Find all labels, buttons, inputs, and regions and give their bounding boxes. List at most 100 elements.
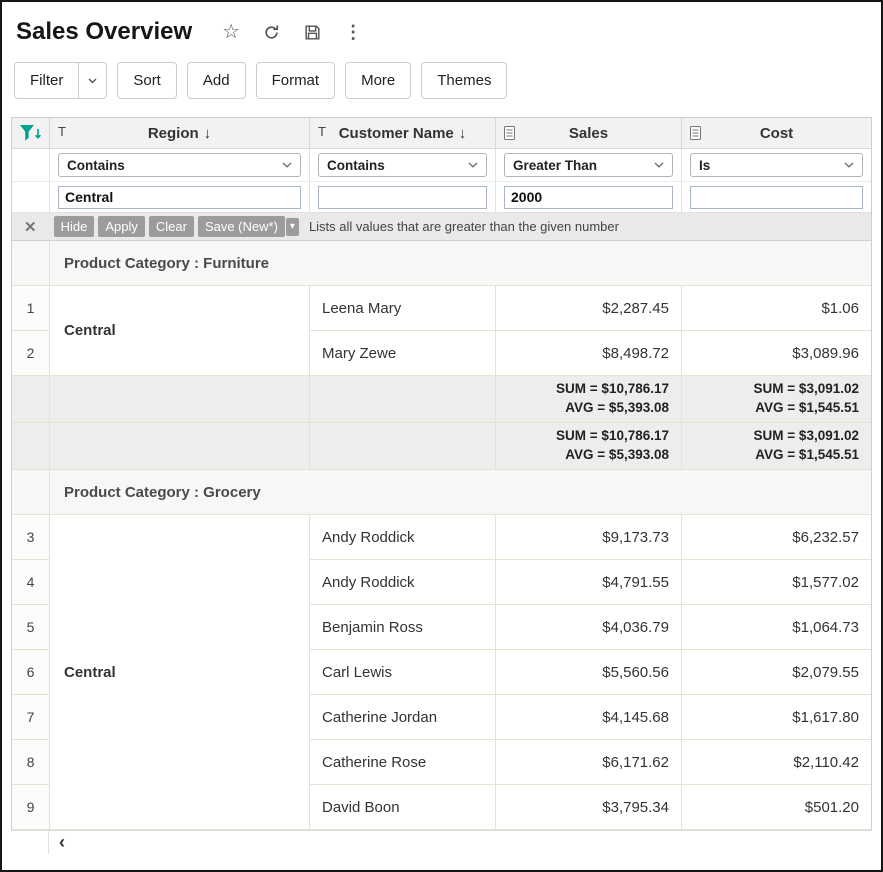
filter-value-row [12, 182, 871, 213]
apply-button[interactable]: Apply [98, 216, 145, 237]
sort-desc-icon[interactable]: ↓ [459, 125, 467, 142]
filter-description: Lists all values that are greater than t… [309, 219, 619, 234]
cost-subtotal-cell: SUM = $3,091.02 AVG = $1,545.51 [682, 376, 871, 423]
sales-cell: $9,173.73 [496, 515, 682, 560]
horizontal-scrollbar[interactable]: ‹ [11, 830, 872, 854]
region-cell: Central [50, 286, 310, 376]
text-type-icon: T [318, 124, 326, 139]
chevron-down-icon [844, 162, 854, 168]
region-filter-input[interactable] [58, 186, 301, 209]
sales-column-header[interactable]: Sales [496, 118, 682, 149]
sales-cell: $8,498.72 [496, 331, 682, 376]
customer-cell: Mary Zewe [310, 331, 496, 376]
filter-condition-row: Contains Contains Greater Than Is [12, 149, 871, 182]
column-header-row: T Region ↓ T Customer Name ↓ Sales Cost [12, 118, 871, 149]
add-button[interactable]: Add [187, 62, 246, 99]
row-number: 2 [12, 331, 50, 376]
number-type-icon [504, 126, 515, 144]
cost-cell: $3,089.96 [682, 331, 871, 376]
chevron-down-icon [282, 162, 292, 168]
region-column-header[interactable]: T Region ↓ [50, 118, 310, 149]
sales-cell: $4,036.79 [496, 605, 682, 650]
cost-cell: $2,079.55 [682, 650, 871, 695]
furniture-summary-rows: SUM = $10,786.17 AVG = $5,393.08 SUM = $… [12, 376, 871, 470]
scrollbar-corner [11, 831, 49, 854]
sales-cell: $4,145.68 [496, 695, 682, 740]
cost-cell: $1,577.02 [682, 560, 871, 605]
row-number: 9 [12, 785, 50, 830]
report-toolbar: Filter Sort Add Format More Themes [2, 50, 881, 99]
format-button[interactable]: Format [256, 62, 336, 99]
grocery-rows: 3 Central Andy Roddick $9,173.73 $6,232.… [12, 515, 871, 830]
customer-filter-input[interactable] [318, 186, 487, 209]
sales-cell: $4,791.55 [496, 560, 682, 605]
region-condition-select[interactable]: Contains [58, 153, 301, 177]
text-type-icon: T [58, 124, 66, 139]
sort-button[interactable]: Sort [117, 62, 177, 99]
chevron-down-icon [654, 162, 664, 168]
save-dropdown-caret[interactable]: ▾ [286, 218, 299, 236]
cost-condition-select[interactable]: Is [690, 153, 863, 177]
row-number: 1 [12, 286, 50, 331]
sales-condition-select[interactable]: Greater Than [504, 153, 673, 177]
furniture-rows: 1 Central Leena Mary $2,287.45 $1.06 2 M… [12, 286, 871, 376]
report-table: T Region ↓ T Customer Name ↓ Sales Cost [11, 117, 872, 830]
group-label: Product Category : Grocery [50, 470, 871, 515]
filter-dropdown-caret[interactable] [78, 63, 106, 98]
customer-column-header[interactable]: T Customer Name ↓ [310, 118, 496, 149]
group-header-grocery: Product Category : Grocery [12, 470, 871, 515]
cost-cell: $1,617.80 [682, 695, 871, 740]
close-filter-icon[interactable]: ✕ [24, 218, 37, 236]
customer-cell: Catherine Rose [310, 740, 496, 785]
cost-cell: $501.20 [682, 785, 871, 830]
clear-button[interactable]: Clear [149, 216, 194, 237]
filter-funnel-cell[interactable] [12, 118, 50, 149]
filter-funnel-icon [19, 123, 42, 143]
row-number: 3 [12, 515, 50, 560]
sales-cell: $3,795.34 [496, 785, 682, 830]
title-bar: Sales Overview ☆ ⋮ [2, 2, 881, 50]
customer-cell: Andy Roddick [310, 515, 496, 560]
refresh-icon[interactable] [262, 23, 281, 42]
sales-filter-input[interactable] [504, 186, 673, 209]
more-options-kebab-icon[interactable]: ⋮ [344, 23, 362, 41]
hide-button[interactable]: Hide [54, 216, 95, 237]
row-number: 8 [12, 740, 50, 785]
filter-split-button: Filter [14, 62, 107, 99]
row-number: 6 [12, 650, 50, 695]
cost-cell: $1,064.73 [682, 605, 871, 650]
cost-column-header[interactable]: Cost [682, 118, 871, 149]
themes-button[interactable]: Themes [421, 62, 507, 99]
customer-cell: Benjamin Ross [310, 605, 496, 650]
cost-cell: $2,110.42 [682, 740, 871, 785]
filter-action-bar: ✕ Hide Apply Clear Save (New*) ▾ Lists a… [12, 213, 871, 241]
sales-cell: $5,560.56 [496, 650, 682, 695]
page-title: Sales Overview [16, 18, 192, 46]
save-icon[interactable] [303, 23, 322, 42]
number-type-icon [690, 126, 701, 144]
cost-total-cell: SUM = $3,091.02 AVG = $1,545.51 [682, 423, 871, 470]
save-new-button[interactable]: Save (New*) [198, 216, 285, 237]
customer-condition-select[interactable]: Contains [318, 153, 487, 177]
row-number: 4 [12, 560, 50, 605]
customer-cell: Leena Mary [310, 286, 496, 331]
cost-cell: $6,232.57 [682, 515, 871, 560]
customer-cell: David Boon [310, 785, 496, 830]
cost-filter-input[interactable] [690, 186, 863, 209]
filter-button[interactable]: Filter [15, 63, 78, 98]
favorite-star-icon[interactable]: ☆ [222, 22, 240, 42]
scroll-left-icon[interactable]: ‹ [49, 832, 65, 853]
customer-cell: Catherine Jordan [310, 695, 496, 740]
sales-total-cell: SUM = $10,786.17 AVG = $5,393.08 [496, 423, 682, 470]
cost-cell: $1.06 [682, 286, 871, 331]
report-window: Sales Overview ☆ ⋮ Filter Sort Add Forma… [0, 0, 883, 872]
more-button[interactable]: More [345, 62, 411, 99]
customer-cell: Carl Lewis [310, 650, 496, 695]
group-label: Product Category : Furniture [50, 241, 871, 286]
sales-cell: $2,287.45 [496, 286, 682, 331]
sales-subtotal-cell: SUM = $10,786.17 AVG = $5,393.08 [496, 376, 682, 423]
customer-cell: Andy Roddick [310, 560, 496, 605]
chevron-down-icon [468, 162, 478, 168]
group-header-furniture: Product Category : Furniture [12, 241, 871, 286]
sort-desc-icon[interactable]: ↓ [204, 125, 212, 142]
